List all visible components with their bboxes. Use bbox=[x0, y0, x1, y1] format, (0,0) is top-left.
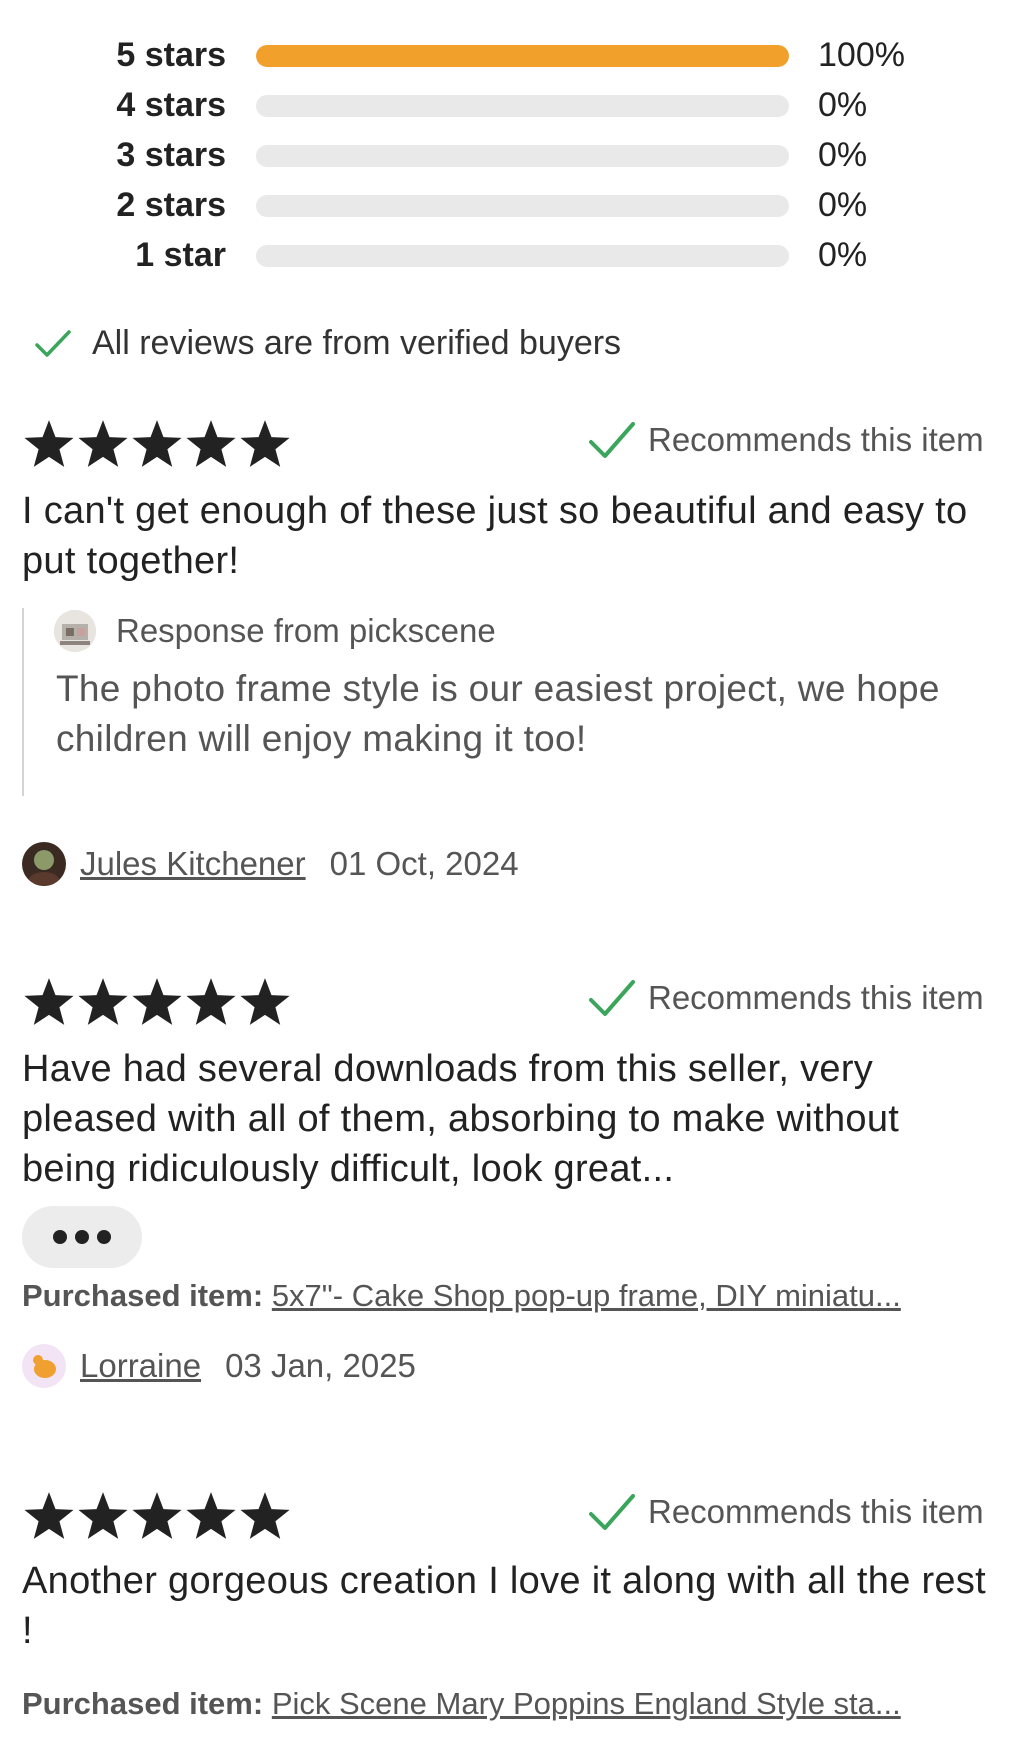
star-icon bbox=[24, 420, 74, 467]
rating-bar-track bbox=[256, 145, 789, 167]
rating-row-label: 5 stars bbox=[116, 36, 226, 74]
recommends-badge: Recommends this item bbox=[588, 978, 984, 1018]
avatar[interactable] bbox=[22, 842, 66, 886]
rating-bar-track bbox=[256, 195, 789, 217]
response-header: Response from pickscene bbox=[116, 612, 496, 649]
rating-bar-track bbox=[256, 95, 789, 117]
star-icon bbox=[186, 1492, 236, 1539]
star-icon bbox=[240, 978, 290, 1025]
review-author: Jules Kitchener 01 Oct, 2024 bbox=[22, 842, 519, 886]
star-icon bbox=[78, 978, 128, 1025]
rating-row-percent: 100% bbox=[818, 36, 905, 74]
review-text: I can't get enough of these just so beau… bbox=[22, 490, 968, 582]
rating-row-percent: 0% bbox=[818, 186, 868, 224]
check-icon bbox=[589, 1494, 635, 1530]
star-icon bbox=[24, 978, 74, 1025]
star-icon bbox=[132, 978, 182, 1025]
purchased-label: Purchased item: bbox=[22, 1686, 272, 1721]
star-rating bbox=[22, 1490, 292, 1540]
response-text: The photo frame style is our easiest pro… bbox=[56, 668, 940, 759]
recommends-badge: Recommends this item bbox=[588, 420, 984, 460]
star-icon bbox=[240, 1492, 290, 1539]
author-name-link[interactable]: Lorraine bbox=[80, 1347, 201, 1385]
seller-response: Response from pickscene The photo frame … bbox=[22, 608, 1002, 796]
star-icon bbox=[132, 1492, 182, 1539]
purchased-item-link[interactable]: Pick Scene Mary Poppins England Style st… bbox=[272, 1686, 901, 1721]
star-icon bbox=[186, 420, 236, 467]
star-rating bbox=[22, 418, 292, 468]
verified-text: All reviews are from verified buyers bbox=[92, 324, 622, 362]
rating-row-label: 2 stars bbox=[116, 186, 226, 224]
seller-avatar bbox=[54, 610, 96, 652]
recommends-badge: Recommends this item bbox=[588, 1492, 984, 1532]
ellipsis-icon bbox=[75, 1230, 89, 1244]
check-icon bbox=[35, 329, 71, 357]
rating-row-percent: 0% bbox=[818, 236, 868, 274]
rating-row-label: 4 stars bbox=[116, 86, 226, 124]
rating-row-1: 1 star 0% bbox=[0, 230, 1024, 280]
author-name-link[interactable]: Jules Kitchener bbox=[80, 845, 306, 883]
rating-row-label: 1 star bbox=[135, 236, 226, 274]
verified-buyers-notice: All reviews are from verified buyers bbox=[34, 324, 621, 363]
review-card: Recommends this item Another gorgeous cr… bbox=[0, 1490, 1024, 1730]
review-date: 01 Oct, 2024 bbox=[329, 845, 519, 882]
recommends-text: Recommends this item bbox=[648, 1493, 984, 1530]
star-icon bbox=[132, 420, 182, 467]
purchased-item: Purchased item: Pick Scene Mary Poppins … bbox=[22, 1686, 1002, 1722]
star-icon bbox=[24, 1492, 74, 1539]
recommends-text: Recommends this item bbox=[648, 421, 984, 458]
ellipsis-icon bbox=[97, 1230, 111, 1244]
expand-review-button[interactable] bbox=[22, 1206, 142, 1268]
rating-bar-track bbox=[256, 45, 789, 67]
review-date: 03 Jan, 2025 bbox=[225, 1347, 416, 1384]
review-text: Have had several downloads from this sel… bbox=[22, 1048, 900, 1190]
review-text: Another gorgeous creation I love it alon… bbox=[22, 1560, 987, 1652]
review-card: Recommends this item I can't get enough … bbox=[0, 418, 1024, 898]
recommends-text: Recommends this item bbox=[648, 979, 984, 1016]
star-icon bbox=[78, 1492, 128, 1539]
purchased-item: Purchased item: 5x7"- Cake Shop pop-up f… bbox=[22, 1278, 1002, 1314]
rating-row-percent: 0% bbox=[818, 86, 868, 124]
rating-bar-fill bbox=[256, 45, 789, 67]
star-icon bbox=[186, 978, 236, 1025]
review-author: Lorraine 03 Jan, 2025 bbox=[22, 1344, 416, 1388]
review-card: Recommends this item Have had several do… bbox=[0, 976, 1024, 1396]
rating-row-5: 5 stars 100% bbox=[0, 30, 1024, 80]
purchased-item-link[interactable]: 5x7"- Cake Shop pop-up frame, DIY miniat… bbox=[272, 1278, 901, 1313]
rating-bar-track bbox=[256, 245, 789, 267]
rating-row-4: 4 stars 0% bbox=[0, 80, 1024, 130]
rating-row-2: 2 stars 0% bbox=[0, 180, 1024, 230]
rating-row-percent: 0% bbox=[818, 136, 868, 174]
star-icon bbox=[240, 420, 290, 467]
star-icon bbox=[78, 420, 128, 467]
purchased-label: Purchased item: bbox=[22, 1278, 272, 1313]
rating-row-label: 3 stars bbox=[116, 136, 226, 174]
check-icon bbox=[589, 980, 635, 1016]
star-rating bbox=[22, 976, 292, 1026]
avatar[interactable] bbox=[22, 1344, 66, 1388]
check-icon bbox=[589, 422, 635, 458]
ellipsis-icon bbox=[53, 1230, 67, 1244]
rating-row-3: 3 stars 0% bbox=[0, 130, 1024, 180]
